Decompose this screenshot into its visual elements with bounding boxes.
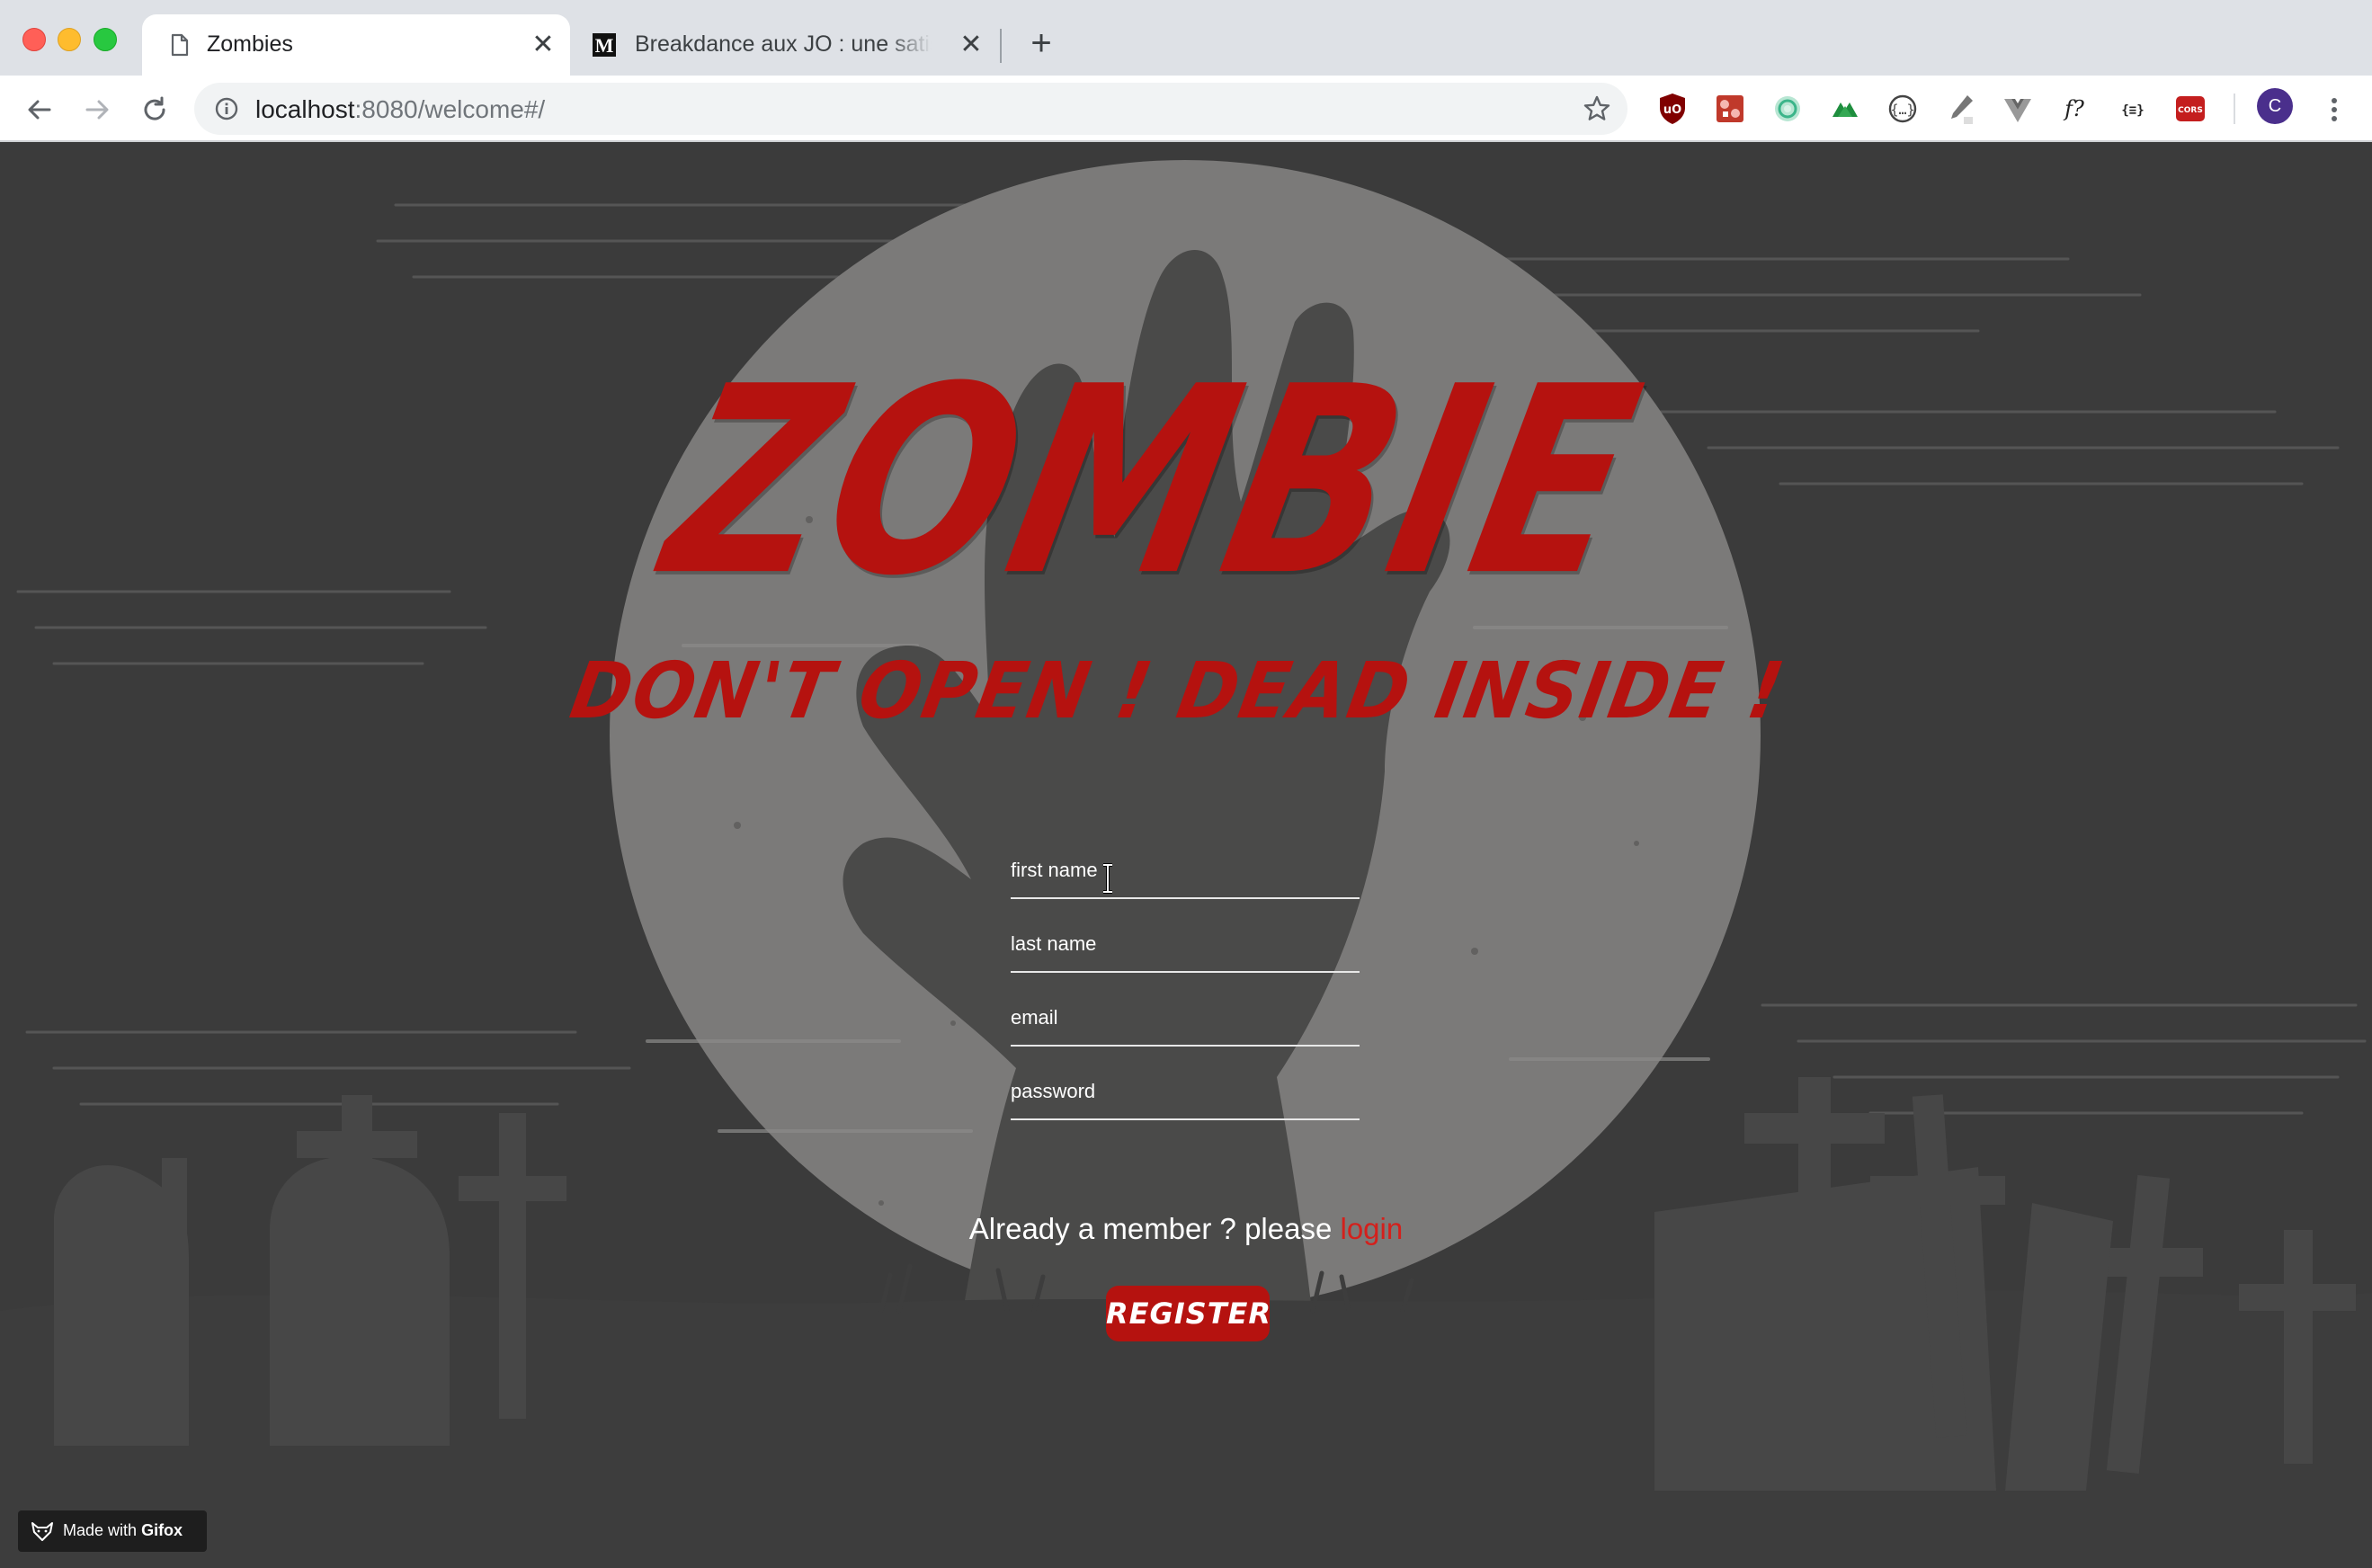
svg-text:CORS: CORS	[2178, 106, 2203, 115]
cors-icon[interactable]: CORS	[2174, 92, 2207, 126]
last-name-input[interactable]	[1011, 917, 1360, 973]
gifox-made-with: Made with	[63, 1521, 138, 1539]
fox-icon	[31, 1522, 53, 1541]
document-icon	[171, 33, 189, 57]
vuejs-icon[interactable]	[2002, 92, 2034, 126]
register-button[interactable]: REGISTER	[1106, 1286, 1271, 1341]
svg-text:uO: uO	[1663, 103, 1681, 117]
password-field-wrapper	[1011, 1065, 1360, 1138]
puzzle-icon[interactable]	[1714, 92, 1746, 126]
info-icon[interactable]	[214, 96, 239, 121]
last-name-field-wrapper	[1011, 917, 1360, 991]
svg-text:{≡}: {≡}	[2121, 103, 2144, 118]
url-text: localhost:8080/welcome#/	[255, 95, 545, 124]
url-host: localhost	[255, 95, 355, 123]
password-input[interactable]	[1011, 1065, 1360, 1120]
page-subtitle: DON'T OPEN ! DEAD INSIDE !	[564, 646, 1792, 736]
forward-arrow-icon[interactable]	[79, 92, 115, 128]
ublock-icon[interactable]: uO	[1656, 92, 1689, 126]
first-name-field-wrapper	[1011, 843, 1360, 917]
page-viewport: ZOMBIE DON'T OPEN ! DEAD INSIDE ! REGIST…	[0, 142, 2372, 1568]
tab-divider	[1000, 29, 1002, 63]
gifox-brand: Gifox	[141, 1521, 183, 1539]
font-icon[interactable]: f?	[2059, 92, 2091, 126]
json-viewer-icon[interactable]: {≡}	[2117, 92, 2149, 126]
text-cursor-icon	[1103, 863, 1112, 894]
json-icon[interactable]: {…}	[1886, 92, 1919, 126]
page-title: ZOMBIE	[645, 331, 1663, 633]
tab-zombies[interactable]: Zombies ✕	[142, 14, 570, 76]
menu-kebab-icon[interactable]	[2318, 94, 2350, 126]
tab-breakdance[interactable]: M Breakdance aux JO : une satisfaction ✕	[575, 14, 998, 76]
url-path: :8080/welcome#/	[354, 95, 546, 123]
tab-title: Zombies	[207, 31, 293, 57]
eyedropper-icon[interactable]	[1944, 92, 1976, 126]
tab-title: Breakdance aux JO : une satisfaction	[635, 31, 932, 57]
first-name-input[interactable]	[1011, 843, 1360, 899]
email-field-wrapper	[1011, 991, 1360, 1065]
colorzilla-icon[interactable]	[1771, 92, 1804, 126]
toolbar-separator	[2234, 94, 2235, 124]
svg-text:{…}: {…}	[1890, 102, 1914, 118]
tab-close-button[interactable]: ✕	[957, 31, 985, 59]
register-form: REGISTER	[1011, 843, 1360, 1341]
vue-devtools-icon[interactable]	[1829, 92, 1861, 126]
gifox-badge: Made with Gifox	[18, 1510, 207, 1552]
svg-text:f?: f?	[2063, 96, 2084, 121]
le-monde-icon: M	[593, 33, 616, 57]
profile-avatar[interactable]: C	[2257, 88, 2293, 124]
email-input[interactable]	[1011, 991, 1360, 1047]
svg-text:M: M	[595, 34, 614, 57]
maximize-window-button[interactable]	[94, 28, 117, 51]
tab-strip: Zombies ✕ M Breakdance aux JO : une sati…	[0, 0, 2372, 76]
browser-window: Zombies ✕ M Breakdance aux JO : une sati…	[0, 0, 2372, 1568]
reload-icon[interactable]	[137, 92, 173, 128]
already-member-line: Already a member ? please login	[0, 1212, 2372, 1246]
gifox-label: Made with Gifox	[63, 1521, 183, 1540]
already-member-text: Already a member ? please	[968, 1212, 1333, 1245]
login-link[interactable]: login	[1340, 1212, 1403, 1245]
address-bar[interactable]: localhost:8080/welcome#/	[194, 83, 1627, 135]
back-arrow-icon[interactable]	[22, 92, 58, 128]
minimize-window-button[interactable]	[58, 28, 81, 51]
bookmark-star-icon[interactable]	[1583, 94, 1611, 123]
close-window-button[interactable]	[22, 28, 46, 51]
tab-close-button[interactable]: ✕	[529, 31, 557, 59]
browser-toolbar: localhost:8080/welcome#/ uO {…} f? {≡} C…	[0, 76, 2372, 142]
new-tab-button[interactable]: +	[1023, 25, 1059, 61]
